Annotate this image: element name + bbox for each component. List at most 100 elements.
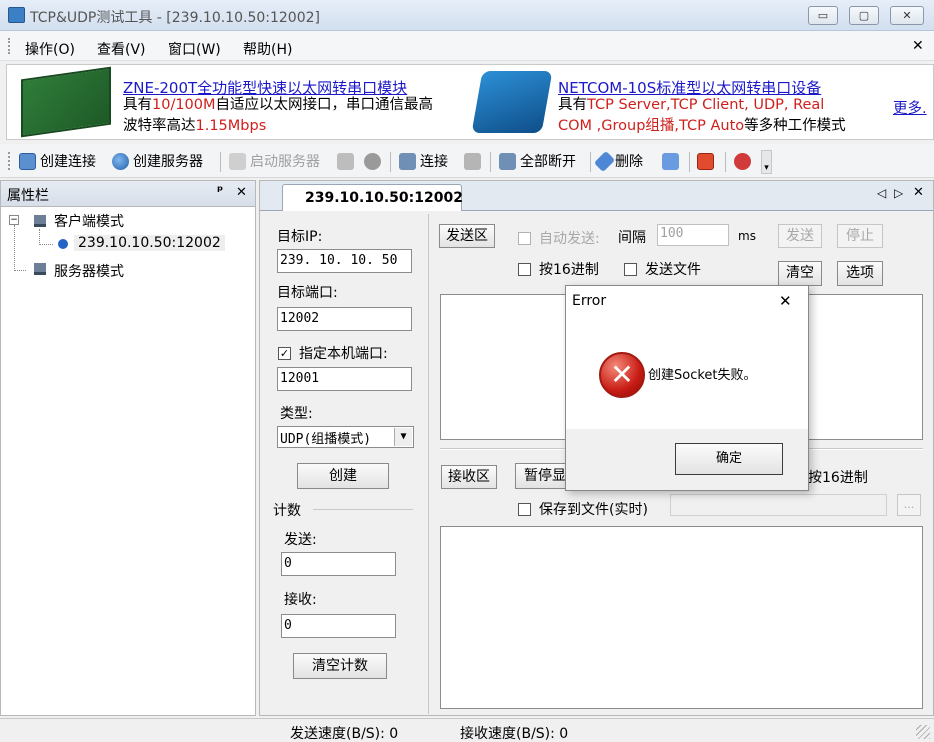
close-circle-icon xyxy=(364,152,381,170)
toolbar: 创建连接 创建服务器 启动服务器 连接 全部断开 删除 ▾ xyxy=(0,144,934,178)
disconnect-button[interactable] xyxy=(464,152,481,170)
target-ip-field[interactable]: 239. 10. 10. 50 xyxy=(277,249,412,273)
local-port-field[interactable]: 12001 xyxy=(277,367,412,391)
mdi-close-icon[interactable]: ✕ xyxy=(912,38,924,54)
stop-button[interactable] xyxy=(697,152,714,170)
browse-button[interactable]: ... xyxy=(897,494,921,516)
menu-view[interactable]: 查看(V) xyxy=(97,39,146,59)
more-link[interactable]: 更多. xyxy=(893,97,927,118)
disconnect-icon xyxy=(464,152,481,170)
delete-all-icon xyxy=(662,152,679,170)
save-to-file-checkbox[interactable]: 保存到文件(实时) xyxy=(518,499,648,519)
start-server-button[interactable]: 启动服务器 xyxy=(229,152,320,170)
error-message: 创建Socket失败。 xyxy=(648,368,757,383)
checkbox-icon xyxy=(518,231,531,245)
recv-hex-checkbox-label[interactable]: 按16进制 xyxy=(808,467,868,487)
stop-server-icon xyxy=(337,152,354,170)
ad1-line1: 具有10/100M自适应以太网接口，串口通信最高 xyxy=(123,97,434,113)
clear-send-button[interactable]: 清空 xyxy=(778,261,822,286)
disconnect-all-icon xyxy=(499,152,516,170)
dialog-close-icon[interactable]: ✕ xyxy=(779,292,792,310)
tab-scroll-left-icon[interactable]: ◁ xyxy=(877,186,886,200)
title-bar: TCP&UDP测试工具 - [239.10.10.50:12002] ▭ ▢ ✕ xyxy=(0,0,934,31)
create-connection-button[interactable]: 创建连接 xyxy=(19,152,96,170)
toolbar-separator xyxy=(220,152,221,172)
checkbox-icon xyxy=(518,502,531,516)
recv-text-area[interactable] xyxy=(440,526,923,709)
error-dialog: Error ✕ ✕ 创建Socket失败。 确定 xyxy=(565,285,809,491)
toolbar-separator xyxy=(490,152,491,172)
tab-close-icon[interactable]: ✕ xyxy=(913,185,924,200)
target-port-field[interactable]: 12002 xyxy=(277,307,412,331)
chevron-down-icon[interactable]: ▼ xyxy=(394,428,412,446)
tree-client-mode[interactable]: 客户端模式 xyxy=(54,211,124,231)
interval-field[interactable]: 100 xyxy=(657,224,729,246)
connect-button[interactable]: 连接 xyxy=(399,152,448,170)
delete-button[interactable]: 删除 xyxy=(593,150,643,172)
window-title: TCP&UDP测试工具 - [239.10.10.50:12002] xyxy=(30,10,320,26)
local-port-checkbox[interactable]: ✓ 指定本机端口: xyxy=(278,343,388,363)
panel-close-icon[interactable]: ✕ xyxy=(236,185,247,200)
options-button[interactable]: 选项 xyxy=(837,261,883,286)
exit-button[interactable] xyxy=(734,152,751,170)
send-hex-checkbox[interactable]: 按16进制 xyxy=(518,259,599,279)
property-panel-title: 属性栏 xyxy=(7,188,49,204)
stop-send-button[interactable]: 停止 xyxy=(837,224,883,248)
error-icon: ✕ xyxy=(599,352,645,398)
collapse-toggle-icon[interactable]: − xyxy=(9,215,19,225)
disconnect-all-button[interactable]: 全部断开 xyxy=(499,152,576,170)
save-path-field[interactable] xyxy=(670,494,887,516)
target-port-label: 目标端口: xyxy=(277,285,338,301)
tab-strip: 239.10.10.50:12002 ◁ ▷ ✕ xyxy=(260,181,933,211)
ms-unit-label: ms xyxy=(738,229,756,243)
count-group-label: 计数 xyxy=(273,503,301,519)
tab-scroll-right-icon[interactable]: ▷ xyxy=(894,186,903,200)
new-connection-icon xyxy=(19,152,36,170)
send-file-checkbox[interactable]: 发送文件 xyxy=(624,259,701,279)
close-button[interactable]: ✕ xyxy=(890,6,924,25)
property-panel-header: 属性栏 ᵖ ✕ xyxy=(1,181,255,207)
ad1-line2: 波特率高达1.15Mbps xyxy=(123,118,267,134)
close-server-button[interactable] xyxy=(364,152,381,170)
client-mode-icon xyxy=(34,215,46,227)
menu-grip xyxy=(8,38,10,54)
checkbox-icon: ✓ xyxy=(278,346,291,360)
recv-speed-status: 接收速度(B/S): 0 xyxy=(460,726,569,742)
resize-grip-icon[interactable] xyxy=(916,725,930,739)
group-divider xyxy=(313,509,413,510)
tree-connection-item[interactable]: 239.10.10.50:12002 xyxy=(74,235,225,251)
send-speed-status: 发送速度(B/S): 0 xyxy=(290,726,399,742)
ok-button[interactable]: 确定 xyxy=(675,443,783,475)
create-server-button[interactable]: 创建服务器 xyxy=(112,152,203,170)
minimize-button[interactable]: ▭ xyxy=(808,6,838,25)
connection-status-icon xyxy=(58,239,68,249)
toolbar-overflow-icon[interactable]: ▾ xyxy=(761,150,772,174)
pin-icon[interactable]: ᵖ xyxy=(217,184,223,199)
menu-help[interactable]: 帮助(H) xyxy=(243,39,292,59)
menu-window[interactable]: 窗口(W) xyxy=(168,39,221,59)
create-button[interactable]: 创建 xyxy=(297,463,389,489)
auto-send-checkbox[interactable]: 自动发送: xyxy=(518,228,600,248)
clear-count-button[interactable]: 清空计数 xyxy=(293,653,387,679)
delete-x-icon xyxy=(593,150,616,172)
recv-count-label: 接收: xyxy=(284,592,317,608)
send-count-label: 发送: xyxy=(284,532,317,548)
dialog-button-bar: 确定 xyxy=(566,429,808,490)
start-server-icon xyxy=(229,152,246,170)
power-icon xyxy=(697,152,714,170)
menu-operate[interactable]: 操作(O) xyxy=(25,39,75,59)
ad2-line1: 具有TCP Server,TCP Client, UDP, Real xyxy=(558,97,825,113)
delete-all-button[interactable] xyxy=(662,152,679,170)
toolbar-separator xyxy=(689,152,690,172)
connect-icon xyxy=(399,152,416,170)
tab-connection[interactable]: 239.10.10.50:12002 xyxy=(282,184,463,211)
status-bar: 发送速度(B/S): 0 接收速度(B/S): 0 xyxy=(0,718,934,742)
stop-server-button[interactable] xyxy=(337,152,354,170)
exit-icon xyxy=(734,152,751,170)
send-button[interactable]: 发送 xyxy=(778,224,822,248)
restore-button[interactable]: ▢ xyxy=(849,6,879,25)
tree-server-mode[interactable]: 服务器模式 xyxy=(54,261,124,281)
type-select[interactable]: UDP(组播模式) ▼ xyxy=(277,426,414,448)
property-panel: 属性栏 ᵖ ✕ − 客户端模式 239.10.10.50:12002 服务器模式 xyxy=(0,180,256,716)
send-area-label: 发送区 xyxy=(439,224,495,248)
